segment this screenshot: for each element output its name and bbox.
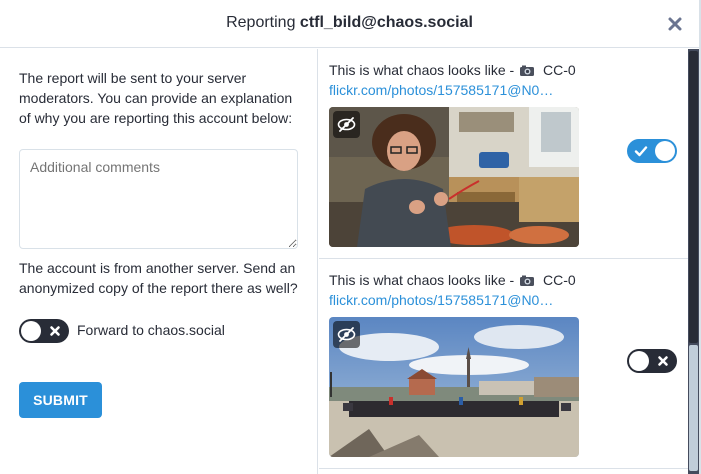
status-link[interactable]: flickr.com/photos/157585171@N0… <box>329 290 574 310</box>
status-media-image[interactable] <box>329 317 579 457</box>
status-media-image[interactable] <box>329 107 579 247</box>
status-license: CC-0 <box>542 62 576 78</box>
status-text: This is what chaos looks like - CC-0 <box>329 60 576 80</box>
status-list[interactable]: This is what chaos looks like - CC-0 fli… <box>319 49 688 474</box>
status-select-toggle[interactable] <box>627 349 677 373</box>
status-license: CC-0 <box>542 272 576 288</box>
status-content: This is what chaos looks like - <box>329 272 515 288</box>
camera-emoji-icon <box>520 275 535 286</box>
status-content: This is what chaos looks like - <box>329 62 515 78</box>
cross-icon <box>658 356 668 366</box>
eye-slash-icon <box>337 327 356 342</box>
status-text: This is what chaos looks like - CC-0 <box>329 270 576 290</box>
title-prefix: Reporting <box>226 14 296 31</box>
status-list-scrollbar[interactable] <box>688 49 699 474</box>
photo-workshop <box>329 107 579 247</box>
forward-label: Forward to chaos.social <box>77 322 225 338</box>
scrollbar-thumb[interactable] <box>689 51 698 343</box>
status-item[interactable]: This is what chaos looks like - CC-0 fli… <box>319 259 688 469</box>
report-intro-text: The report will be sent to your server m… <box>19 70 293 126</box>
reported-account: ctfl_bild@chaos.social <box>299 14 473 31</box>
status-select-toggle[interactable] <box>627 139 677 163</box>
report-form-panel: The report will be sent to your server m… <box>0 49 318 474</box>
camera-emoji-icon <box>520 65 535 76</box>
status-item[interactable]: This is what chaos looks like - CC-0 fli… <box>319 49 688 259</box>
remote-server-note: The account is from another server. Send… <box>19 260 298 296</box>
close-icon <box>668 17 682 31</box>
modal-header: Reporting ctfl_bild@chaos.social <box>0 0 699 48</box>
hide-media-button[interactable] <box>333 111 360 138</box>
toggle-knob <box>655 141 675 161</box>
forward-toggle[interactable] <box>19 319 69 343</box>
additional-comments-input[interactable] <box>19 149 298 249</box>
close-button[interactable] <box>665 14 685 34</box>
eye-slash-icon <box>337 117 356 132</box>
photo-crowd-harbor <box>329 317 579 457</box>
check-icon <box>634 146 648 157</box>
scrollbar-track <box>689 345 698 471</box>
report-modal: Reporting ctfl_bild@chaos.social The rep… <box>0 0 699 474</box>
toggle-knob <box>629 351 649 371</box>
hide-media-button[interactable] <box>333 321 360 348</box>
forward-row: Forward to chaos.social <box>19 319 309 343</box>
cross-icon <box>50 326 60 336</box>
modal-title: Reporting ctfl_bild@chaos.social <box>0 14 699 32</box>
status-link[interactable]: flickr.com/photos/157585171@N0… <box>329 80 574 100</box>
toggle-knob <box>21 321 41 341</box>
submit-button[interactable]: SUBMIT <box>19 382 102 418</box>
